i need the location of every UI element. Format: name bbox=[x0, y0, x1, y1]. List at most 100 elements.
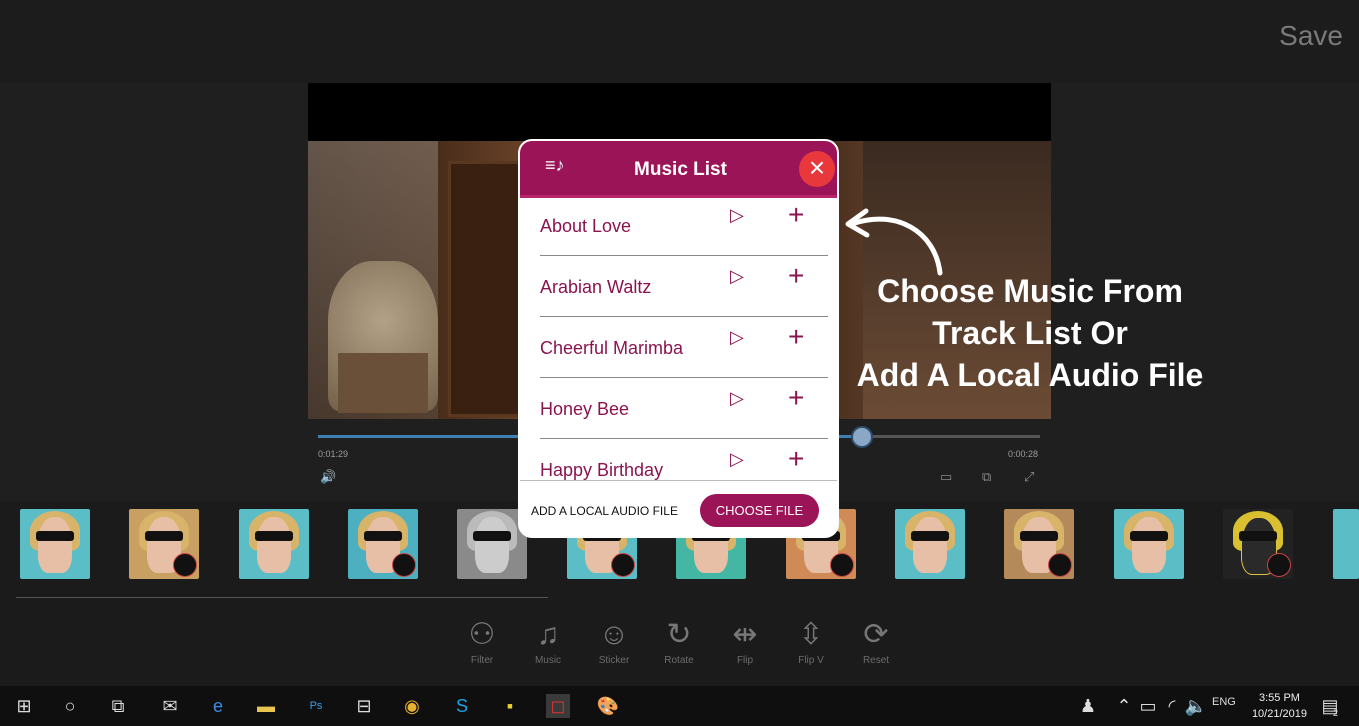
clock-date: 10/21/2019 bbox=[1251, 708, 1307, 720]
chrome-icon[interactable]: ◉ bbox=[400, 694, 424, 718]
premium-badge-icon bbox=[173, 553, 197, 577]
dialog-footer: ADD A LOCAL AUDIO FILE CHOOSE FILE bbox=[520, 480, 837, 536]
task-view-icon[interactable]: ⧉ bbox=[106, 694, 130, 718]
thumb-glasses bbox=[1239, 531, 1277, 541]
volume-icon[interactable]: 🔊 bbox=[320, 469, 336, 485]
thumb-glasses bbox=[364, 531, 402, 541]
file-explorer-icon[interactable]: ▬ bbox=[254, 694, 278, 718]
sticky-notes-icon[interactable]: ▪ bbox=[498, 694, 522, 718]
clock-time: 3:55 PM bbox=[1258, 692, 1300, 704]
rotate-tool-button[interactable]: ↻ Rotate bbox=[651, 615, 707, 666]
notifications-icon[interactable]: ▤ bbox=[1318, 694, 1342, 718]
tool-label: Reset bbox=[862, 655, 890, 666]
store-icon[interactable]: ⊟ bbox=[352, 694, 376, 718]
premium-badge-icon bbox=[392, 553, 416, 577]
windows-taskbar: ⊞ ○ ⧉ ✉ e ▬ Ps ⊟ ◉ S ▪ ◻ 🎨 ♟ ⌃ ▭ ◜ 🔈 ENG… bbox=[0, 686, 1359, 726]
skype-icon[interactable]: S bbox=[450, 694, 474, 718]
filter-thumbnail[interactable] bbox=[1114, 509, 1184, 579]
fullscreen-icon[interactable]: ⤢ bbox=[1024, 469, 1034, 485]
filter-thumbnail[interactable] bbox=[20, 509, 90, 579]
play-icon[interactable]: ▷ bbox=[730, 205, 744, 226]
thumb-glasses bbox=[911, 531, 949, 541]
filter-thumbnail[interactable] bbox=[895, 509, 965, 579]
tools-toolbar: ⚇ Filter ♫ Music ☺ Sticker ↻ Rotate ⇹ Fl… bbox=[0, 605, 1359, 685]
battery-icon[interactable]: ▭ bbox=[1136, 694, 1160, 718]
reset-icon: ⟳ bbox=[863, 618, 889, 651]
annotation-line: Track List Or bbox=[932, 315, 1128, 351]
close-button[interactable]: × bbox=[799, 151, 835, 187]
thumb-glasses bbox=[36, 531, 74, 541]
volume-tray-icon[interactable]: 🔈 bbox=[1184, 694, 1208, 718]
add-icon[interactable]: + bbox=[788, 321, 804, 353]
notification-count: 2 bbox=[1333, 708, 1339, 718]
sticker-icon: ☺ bbox=[598, 618, 630, 651]
track-row: About Love ▷ + bbox=[540, 195, 828, 256]
filter-thumbnail[interactable] bbox=[457, 509, 527, 579]
premium-badge-icon bbox=[830, 553, 854, 577]
rotate-icon: ↻ bbox=[666, 618, 692, 651]
add-icon[interactable]: + bbox=[788, 443, 804, 475]
thumb-face bbox=[1132, 517, 1166, 573]
local-audio-label: ADD A LOCAL AUDIO FILE bbox=[531, 504, 678, 518]
seek-handle[interactable] bbox=[851, 426, 873, 448]
thumb-face bbox=[475, 517, 509, 573]
flip-vertical-icon: ⇳ bbox=[798, 618, 824, 651]
reset-tool-button[interactable]: ⟳ Reset bbox=[848, 615, 904, 666]
show-hidden-icons-icon[interactable]: ⌃ bbox=[1112, 694, 1136, 718]
paint-icon[interactable]: 🎨 bbox=[596, 694, 620, 718]
sticker-tool-button[interactable]: ☺ Sticker bbox=[586, 615, 642, 666]
taskbar-clock[interactable]: 3:55 PM 10/21/2019 bbox=[1252, 690, 1307, 722]
cast-icon[interactable]: ⧉ bbox=[982, 469, 991, 485]
filter-thumbnail[interactable] bbox=[239, 509, 309, 579]
play-icon[interactable]: ▷ bbox=[730, 327, 744, 348]
add-icon[interactable]: + bbox=[788, 260, 804, 292]
add-icon[interactable]: + bbox=[788, 199, 804, 231]
play-icon[interactable]: ▷ bbox=[730, 388, 744, 409]
top-bar: Save bbox=[0, 0, 1359, 83]
filter-icon: ⚇ bbox=[468, 618, 496, 651]
filter-tool-button[interactable]: ⚇ Filter bbox=[454, 615, 510, 666]
filter-thumbnail[interactable] bbox=[1004, 509, 1074, 579]
filmstrip-scrollbar[interactable] bbox=[16, 597, 548, 598]
save-button[interactable]: Save bbox=[1279, 20, 1343, 52]
track-name: Cheerful Marimba bbox=[540, 338, 684, 358]
play-icon[interactable]: ▷ bbox=[730, 449, 744, 470]
music-list-dialog: ≡♪ Music List × About Love ▷ + Arabian W… bbox=[518, 139, 839, 538]
flip-icon: ⇹ bbox=[732, 618, 758, 651]
track-list[interactable]: About Love ▷ + Arabian Waltz ▷ + Cheerfu… bbox=[520, 195, 837, 480]
filter-thumbnail[interactable] bbox=[348, 509, 418, 579]
aspect-ratio-icon[interactable]: ▭ bbox=[940, 469, 952, 485]
thumb-glasses bbox=[1130, 531, 1168, 541]
annotation-line: Add A Local Audio File bbox=[856, 357, 1204, 393]
add-icon[interactable]: + bbox=[788, 382, 804, 414]
language-indicator[interactable]: ENG bbox=[1212, 696, 1236, 708]
people-icon[interactable]: ♟ bbox=[1076, 694, 1100, 718]
photoshop-icon[interactable]: Ps bbox=[304, 694, 328, 718]
filter-thumbnail[interactable] bbox=[129, 509, 199, 579]
filter-thumbnail[interactable] bbox=[1223, 509, 1293, 579]
thumb-face bbox=[38, 517, 72, 573]
premium-badge-icon bbox=[1048, 553, 1072, 577]
thumb-glasses bbox=[145, 531, 183, 541]
mail-icon[interactable]: ✉ bbox=[158, 694, 182, 718]
filter-thumbnail[interactable] bbox=[1333, 509, 1359, 579]
flip-vertical-tool-button[interactable]: ⇳ Flip V bbox=[783, 615, 839, 666]
track-row: Cheerful Marimba ▷ + bbox=[540, 317, 828, 378]
annotation-text: Choose Music From Track List Or Add A Lo… bbox=[840, 270, 1220, 396]
flip-tool-button[interactable]: ⇹ Flip bbox=[717, 615, 773, 666]
tool-label: Music bbox=[534, 655, 562, 666]
track-name: Honey Bee bbox=[540, 399, 630, 419]
search-icon[interactable]: ○ bbox=[58, 694, 82, 718]
start-icon[interactable]: ⊞ bbox=[12, 694, 36, 718]
music-tool-button[interactable]: ♫ Music bbox=[520, 615, 576, 666]
track-row: Arabian Waltz ▷ + bbox=[540, 256, 828, 317]
edge-icon[interactable]: e bbox=[206, 694, 230, 718]
thumb-glasses bbox=[473, 531, 511, 541]
choose-file-button[interactable]: CHOOSE FILE bbox=[700, 494, 819, 527]
track-row: Honey Bee ▷ + bbox=[540, 378, 828, 439]
tool-label: Filter bbox=[470, 655, 494, 666]
total-time: 0:00:28 bbox=[1008, 449, 1039, 459]
photo-editor-app-icon[interactable]: ◻ bbox=[546, 694, 570, 718]
play-icon[interactable]: ▷ bbox=[730, 266, 744, 287]
wifi-icon[interactable]: ◜ bbox=[1160, 694, 1184, 718]
